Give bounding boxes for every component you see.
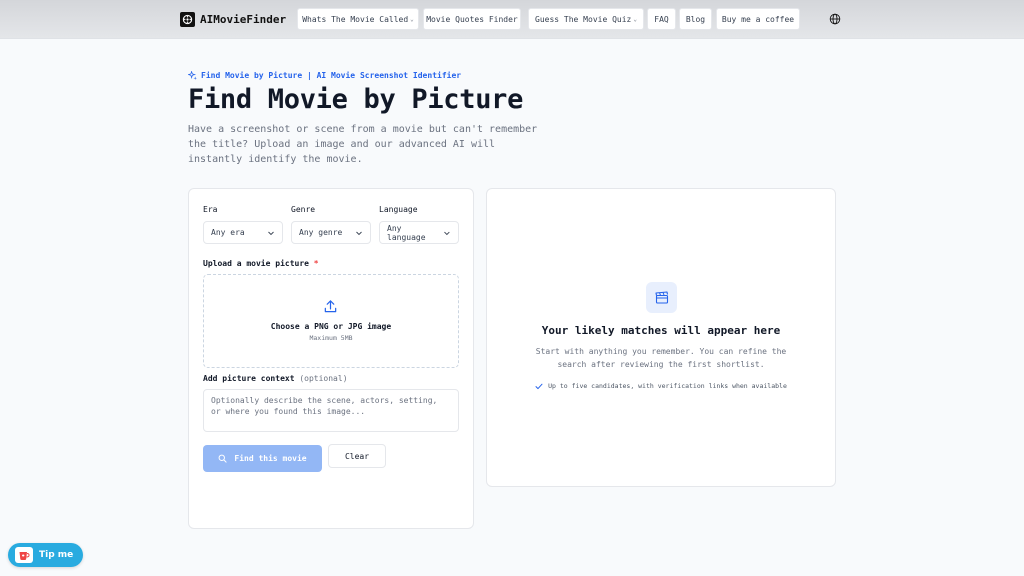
coffee-cup-icon	[15, 547, 33, 563]
nav-movie-quotes-finder[interactable]: Movie Quotes Finder	[423, 8, 521, 30]
tip-me-label: Tip me	[39, 550, 74, 560]
picture-context-textarea[interactable]	[203, 389, 459, 432]
check-icon	[535, 383, 543, 389]
language-select[interactable]: Any language	[379, 221, 459, 244]
page-eyebrow: Find Movie by Picture | AI Movie Screens…	[188, 71, 461, 80]
results-note-text: Up to five candidates, with verification…	[548, 382, 787, 390]
results-placeholder-description: Start with anything you remember. You ca…	[535, 347, 787, 369]
context-label-text: Add picture context	[203, 374, 295, 383]
find-movie-button[interactable]: Find this movie	[203, 445, 322, 472]
genre-label: Genre	[291, 205, 316, 214]
page-title: Find Movie by Picture	[188, 84, 524, 115]
language-select-value: Any language	[387, 223, 426, 242]
required-mark: *	[313, 259, 319, 268]
brand-name: AIMovieFinder	[200, 12, 287, 26]
chevron-down-icon	[444, 231, 450, 235]
nav-label: Buy me a coffee	[721, 14, 795, 24]
nav-label: Blog	[685, 14, 706, 24]
brand-link[interactable]: AIMovieFinder	[180, 11, 286, 27]
page-subtitle: Have a screenshot or scene from a movie …	[188, 124, 538, 165]
chevron-down-icon: ⌄	[410, 15, 414, 23]
upload-icon	[324, 300, 337, 313]
results-placeholder-title: Your likely matches will appear here	[541, 324, 781, 337]
upload-title: Choose a PNG or JPG image	[270, 322, 392, 331]
genre-select[interactable]: Any genre	[291, 221, 371, 244]
upload-dropzone[interactable]	[203, 274, 459, 368]
upload-label: Upload a movie picture *	[203, 259, 319, 268]
language-label: Language	[379, 205, 418, 214]
find-button-label: Find this movie	[234, 454, 307, 463]
chevron-down-icon: ⌄	[633, 15, 637, 23]
chevron-down-icon	[268, 231, 274, 235]
nav-label: Whats The Movie Called	[302, 14, 409, 24]
chevron-down-icon	[356, 231, 362, 235]
era-label: Era	[203, 205, 218, 214]
nav-blog[interactable]: Blog	[679, 8, 712, 30]
tip-me-button[interactable]: Tip me	[8, 543, 83, 567]
nav-guess-the-movie-quiz[interactable]: Guess The Movie Quiz ⌄	[528, 8, 644, 30]
era-select-value: Any era	[211, 228, 245, 237]
upload-label-text: Upload a movie picture	[203, 259, 309, 268]
top-navbar: AIMovieFinder Whats The Movie Called ⌄ M…	[0, 0, 1024, 39]
nav-faq[interactable]: FAQ	[647, 8, 676, 30]
era-select[interactable]: Any era	[203, 221, 283, 244]
clapperboard-icon	[654, 291, 668, 304]
results-icon-box	[646, 282, 677, 313]
eyebrow-text: Find Movie by Picture | AI Movie Screens…	[201, 71, 462, 80]
results-note: Up to five candidates, with verification…	[487, 382, 835, 390]
nav-label: Movie Quotes Finder	[426, 14, 518, 24]
optional-tag: (optional)	[299, 374, 348, 383]
nav-whats-the-movie-called[interactable]: Whats The Movie Called ⌄	[297, 8, 419, 30]
film-reel-logo-icon	[180, 11, 195, 27]
clear-button[interactable]: Clear	[328, 444, 386, 468]
search-icon	[218, 454, 227, 463]
globe-icon[interactable]	[829, 13, 841, 25]
results-card	[486, 188, 836, 487]
context-label: Add picture context (optional)	[203, 374, 348, 383]
genre-select-value: Any genre	[299, 228, 343, 237]
sparkle-icon	[188, 71, 197, 80]
nav-label: FAQ	[654, 14, 669, 24]
nav-buy-me-a-coffee[interactable]: Buy me a coffee	[716, 8, 800, 30]
nav-label: Guess The Movie Quiz	[535, 14, 632, 24]
upload-size-hint: Maximum 5MB	[309, 334, 353, 342]
